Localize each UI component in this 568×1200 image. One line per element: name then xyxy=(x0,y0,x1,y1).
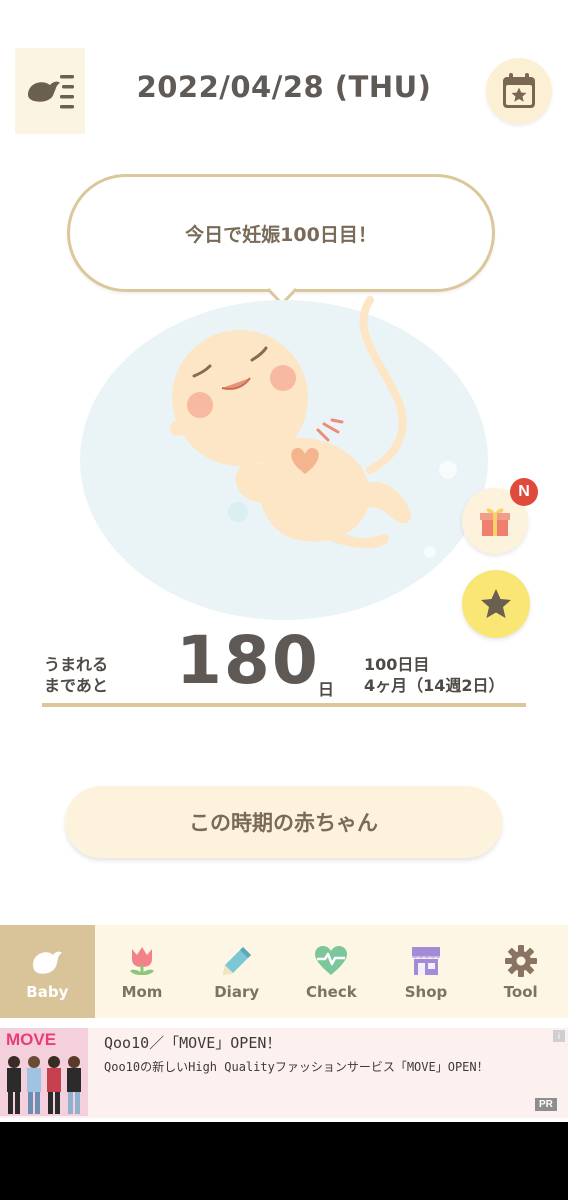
gear-icon xyxy=(504,945,537,977)
ad-image: MOVE xyxy=(0,1028,88,1116)
tab-label: Diary xyxy=(214,983,260,1001)
tab-diary[interactable]: Diary xyxy=(189,925,284,1018)
baby-this-period-button[interactable]: この時期の赤ちゃん xyxy=(65,786,502,858)
tulip-icon xyxy=(130,947,154,975)
system-bottom-bar xyxy=(0,1122,568,1200)
until-label-line1: うまれる xyxy=(44,655,109,674)
star-icon xyxy=(481,589,511,618)
tab-mom[interactable]: Mom xyxy=(95,925,190,1018)
ad-description: Qoo10の新しいHigh Qualityファッションサービス「MOVE」OPE… xyxy=(104,1060,489,1074)
ad-banner[interactable]: MOVE Qoo10／「MOVE」OPEN！ Qoo10の新しいHigh Qua… xyxy=(0,1028,568,1118)
menu-button[interactable] xyxy=(15,48,85,134)
page-title: 2022/04/28 (THU) xyxy=(136,70,432,104)
days-remaining: 180 xyxy=(176,622,320,699)
store-icon xyxy=(412,947,441,975)
bottom-tab-bar: Baby Mom Diary Check Shop Tool xyxy=(0,925,568,1018)
baby-illustration xyxy=(80,296,488,620)
heart-pulse-icon xyxy=(315,946,348,975)
pregnancy-day-info: 100日目 4ヶ月（14週2日） xyxy=(364,654,505,696)
speech-bubble: 今日で妊娠100日目！ xyxy=(67,174,495,292)
pregnancy-week-info: 4ヶ月（14週2日） xyxy=(364,676,505,695)
tab-label: Mom xyxy=(121,983,163,1001)
ad-models-figure xyxy=(7,1056,81,1114)
new-badge: N xyxy=(510,478,538,506)
tab-label: Shop xyxy=(404,983,448,1001)
ad-info-icon[interactable]: i xyxy=(553,1030,565,1042)
tab-label: Baby xyxy=(26,983,69,1001)
bird-icon xyxy=(33,951,63,974)
tab-baby[interactable]: Baby xyxy=(0,925,95,1018)
tab-tool[interactable]: Tool xyxy=(473,925,568,1018)
bird-list-icon xyxy=(28,75,74,109)
pencil-icon xyxy=(222,947,251,975)
tab-label: Tool xyxy=(503,983,538,1001)
tab-check[interactable]: Check xyxy=(284,925,379,1018)
until-label-line2: まであと xyxy=(44,676,108,695)
ad-pr-label: PR xyxy=(535,1098,557,1111)
pregnancy-day-count: 100日目 xyxy=(364,655,430,674)
calendar-star-icon xyxy=(503,73,535,108)
days-unit: 日 xyxy=(318,680,335,699)
tab-shop[interactable]: Shop xyxy=(379,925,474,1018)
until-birth-label: うまれる まであと xyxy=(44,654,154,696)
tab-label: Check xyxy=(305,983,357,1001)
favorite-button[interactable] xyxy=(462,570,530,638)
gift-icon xyxy=(480,508,510,536)
divider xyxy=(42,703,526,707)
calendar-button[interactable] xyxy=(486,58,552,124)
ad-title: Qoo10／「MOVE」OPEN！ xyxy=(104,1034,282,1052)
